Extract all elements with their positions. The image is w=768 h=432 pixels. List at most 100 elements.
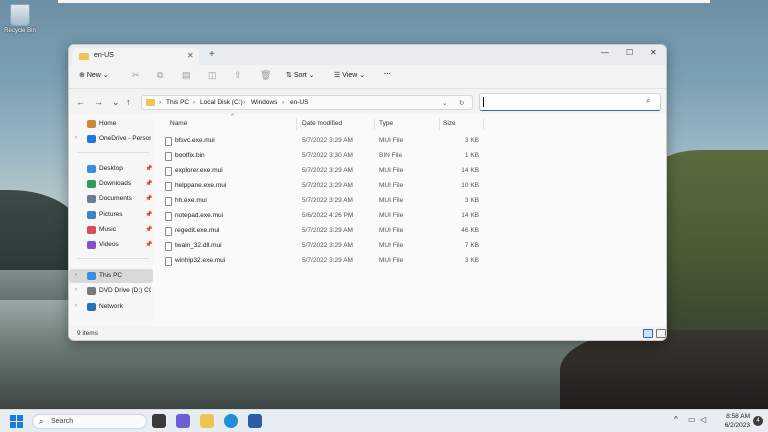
sidebar-item-videos[interactable]: Videos 📌 (69, 238, 153, 252)
sidebar-item-pictures[interactable]: Pictures 📌 (69, 208, 153, 222)
table-row[interactable]: helppane.exe.mui 5/7/2022 3:29 AM MUI Fi… (153, 179, 666, 194)
sidebar-item-label: Desktop (99, 165, 123, 172)
up-arrow-icon[interactable]: ↑ (126, 97, 131, 107)
sidebar-item-dvd-drive[interactable]: › DVD Drive (D:) CCC (69, 284, 153, 298)
view-button[interactable]: ☰ View ⌄ (334, 71, 365, 79)
chevron-right-icon[interactable]: › (75, 272, 77, 278)
table-row[interactable]: bfsvc.exe.mui 5/7/2022 3:29 AM MUI File … (153, 134, 666, 149)
sidebar-item-label: DVD Drive (D:) CCC (99, 287, 151, 294)
new-button[interactable]: ⊕ New ⌄ (79, 71, 109, 79)
recycle-bin-shortcut[interactable]: Recycle Bin (2, 4, 38, 34)
notification-badge[interactable]: 4 (753, 416, 763, 426)
column-header-date[interactable]: Date modified (302, 120, 342, 127)
search-icon[interactable]: ⌕ (646, 96, 650, 106)
table-row[interactable]: bootfix.bin 5/7/2022 3:30 AM BIN File 1 … (153, 149, 666, 164)
breadcrumb-this-pc[interactable]: This PC (166, 99, 189, 106)
pin-icon[interactable]: 📌 (145, 241, 152, 248)
address-bar[interactable]: › This PC › Local Disk (C:) › Windows › … (141, 95, 473, 110)
sidebar-item-network[interactable]: › Network (69, 300, 153, 314)
pin-icon[interactable]: 📌 (145, 226, 152, 233)
file-type: MUI File (379, 212, 404, 219)
close-window-button[interactable]: ✕ (650, 48, 657, 57)
file-icon (165, 257, 172, 266)
store-icon[interactable] (248, 414, 262, 428)
column-separator[interactable] (439, 118, 440, 130)
table-row[interactable]: hh.exe.mui 5/7/2022 3:29 AM MUI File 3 K… (153, 194, 666, 209)
details-view-button[interactable] (643, 329, 653, 338)
tab-en-us[interactable]: en-US ✕ (72, 48, 199, 65)
cut-icon[interactable]: ✂ (132, 70, 140, 81)
start-button[interactable] (10, 415, 23, 428)
taskbar-search[interactable]: ⌕ Search (32, 414, 147, 429)
chevron-right-icon[interactable]: › (75, 135, 77, 141)
forward-arrow-icon[interactable]: → (94, 97, 103, 107)
file-icon (165, 152, 172, 161)
pin-icon[interactable]: 📌 (145, 211, 152, 218)
address-dropdown-icon[interactable]: ⌄ (442, 99, 447, 107)
sidebar-item-desktop[interactable]: Desktop 📌 (69, 162, 153, 176)
dvd-drive-icon (87, 287, 96, 295)
clock[interactable]: 8:58 AM 6/2/2023 (712, 412, 750, 430)
sidebar-item-documents[interactable]: Documents 📌 (69, 192, 153, 206)
close-tab-icon[interactable]: ✕ (187, 51, 194, 60)
explorer-body: Home › OneDrive - Persona Desktop 📌 Down… (69, 114, 666, 326)
volume-icon[interactable]: ◁ (700, 415, 706, 424)
pin-icon[interactable]: 📌 (145, 165, 152, 172)
sort-button-label: Sort (293, 72, 307, 79)
table-row[interactable]: notepad.exe.mui 5/6/2022 4:26 PM MUI Fil… (153, 209, 666, 224)
file-icon (165, 182, 172, 191)
edge-browser-icon[interactable] (224, 414, 238, 428)
share-icon[interactable]: ⇪ (234, 70, 242, 81)
chevron-right-icon[interactable]: › (75, 303, 77, 309)
maximize-button[interactable]: ☐ (626, 48, 633, 57)
chevron-right-icon[interactable]: › (75, 287, 77, 293)
recycle-bin-label: Recycle Bin (4, 28, 36, 34)
back-arrow-icon[interactable]: ← (76, 97, 85, 107)
sidebar-item-label: Downloads (99, 180, 132, 187)
column-separator[interactable] (374, 118, 375, 130)
file-explorer-icon[interactable] (200, 414, 214, 428)
sidebar-item-onedrive[interactable]: › OneDrive - Persona (69, 132, 153, 146)
chat-icon[interactable] (176, 414, 190, 428)
cloud-icon (87, 135, 96, 143)
sort-button[interactable]: ⇅ Sort ⌄ (286, 71, 315, 79)
minimize-button[interactable]: — (601, 48, 609, 57)
column-separator[interactable] (483, 118, 484, 130)
breadcrumb-local-disk[interactable]: Local Disk (C:) (200, 99, 243, 106)
chevron-up-icon[interactable]: ^ (674, 415, 678, 424)
column-header-name[interactable]: Name (170, 120, 187, 127)
pin-icon[interactable]: 📌 (145, 180, 152, 187)
breadcrumb-windows[interactable]: Windows (251, 99, 277, 106)
table-row[interactable]: winhlp32.exe.mui 5/7/2022 3:29 AM MUI Fi… (153, 254, 666, 269)
table-row[interactable]: twain_32.dll.mui 5/7/2022 3:29 AM MUI Fi… (153, 239, 666, 254)
column-header-size[interactable]: Size (443, 120, 456, 127)
task-view-icon[interactable] (152, 414, 166, 428)
sidebar-item-home[interactable]: Home (69, 117, 153, 131)
file-date: 5/7/2022 3:29 AM (302, 167, 353, 174)
breadcrumb-separator: › (193, 99, 196, 106)
sidebar-item-music[interactable]: Music 📌 (69, 223, 153, 237)
table-row[interactable]: explorer.exe.mui 5/7/2022 3:29 AM MUI Fi… (153, 164, 666, 179)
breadcrumb-en-us[interactable]: en-US (290, 99, 308, 106)
network-icon[interactable]: ▭ (688, 415, 696, 424)
new-tab-button[interactable]: + (209, 49, 215, 60)
sidebar-item-downloads[interactable]: Downloads 📌 (69, 177, 153, 191)
delete-icon[interactable]: 🗑 (260, 70, 271, 81)
file-date: 5/7/2022 3:30 AM (302, 152, 353, 159)
refresh-icon[interactable]: ↻ (459, 99, 464, 107)
tiles-view-button[interactable] (656, 329, 666, 338)
table-row[interactable]: regedit.exe.mui 5/7/2022 3:29 AM MUI Fil… (153, 224, 666, 239)
copy-icon[interactable]: ⧉ (157, 70, 163, 81)
column-header-type[interactable]: Type (379, 120, 393, 127)
column-separator[interactable] (296, 118, 297, 130)
recent-chevron-icon[interactable]: ⌄ (112, 97, 120, 108)
sidebar-item-this-pc[interactable]: › This PC (69, 269, 153, 283)
rename-icon[interactable]: ◫ (208, 70, 217, 81)
search-input[interactable]: ⌕ (479, 93, 661, 111)
pin-icon[interactable]: 📌 (145, 195, 152, 202)
paste-icon[interactable]: ▤ (182, 70, 191, 81)
sidebar-item-label: Documents (99, 195, 132, 202)
recycle-bin-icon (10, 4, 30, 26)
more-options-button[interactable]: ··· (384, 71, 391, 78)
file-type: MUI File (379, 227, 404, 234)
